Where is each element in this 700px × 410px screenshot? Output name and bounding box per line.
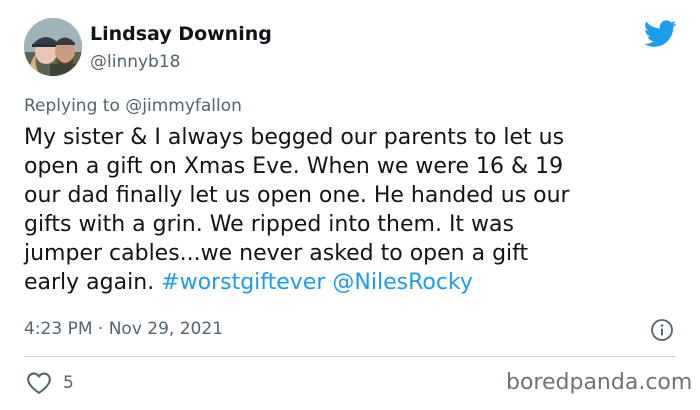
- replying-to: Replying to @jimmyfallon: [24, 96, 242, 116]
- info-icon[interactable]: [650, 318, 674, 342]
- watermark: boredpanda.com: [506, 370, 693, 395]
- tweet-time[interactable]: 4:23 PM: [24, 319, 93, 339]
- user-handle[interactable]: @linnyb18: [90, 52, 180, 72]
- tweet-text-last-line: early again. #worstgiftever @NilesRocky: [24, 268, 680, 297]
- twitter-bird-icon[interactable]: [644, 20, 677, 48]
- tweet-text-end: early again.: [24, 270, 155, 295]
- timestamp[interactable]: 4:23 PM · Nov 29, 2021: [24, 319, 223, 339]
- display-name[interactable]: Lindsay Downing: [90, 23, 272, 45]
- tweet-date[interactable]: Nov 29, 2021: [109, 319, 223, 339]
- timestamp-separator: ·: [97, 319, 104, 339]
- like-count: 5: [63, 373, 74, 393]
- tweet-text-line: jumper cables...we never asked to open a…: [24, 241, 529, 266]
- mention-link[interactable]: @NilesRocky: [332, 270, 473, 295]
- divider: [24, 356, 676, 357]
- tweet-text: My sister & I always begged our parents …: [24, 123, 680, 297]
- heart-icon[interactable]: [26, 371, 52, 395]
- tweet-text-line: open a gift on Xmas Eve. When we were 16…: [24, 154, 564, 179]
- hashtag-link[interactable]: #worstgiftever: [161, 270, 325, 295]
- tweet-text-line: My sister & I always begged our parents …: [24, 125, 565, 150]
- tweet-text-line: our dad finally let us open one. He hand…: [24, 183, 570, 208]
- replying-to-mention[interactable]: @jimmyfallon: [125, 96, 242, 116]
- replying-to-label: Replying to: [24, 96, 120, 116]
- tweet-text-line: gifts with a grin. We ripped into them. …: [24, 212, 514, 237]
- avatar[interactable]: [24, 18, 82, 76]
- tweet-card: Lindsay Downing @linnyb18 Replying to @j…: [0, 0, 700, 410]
